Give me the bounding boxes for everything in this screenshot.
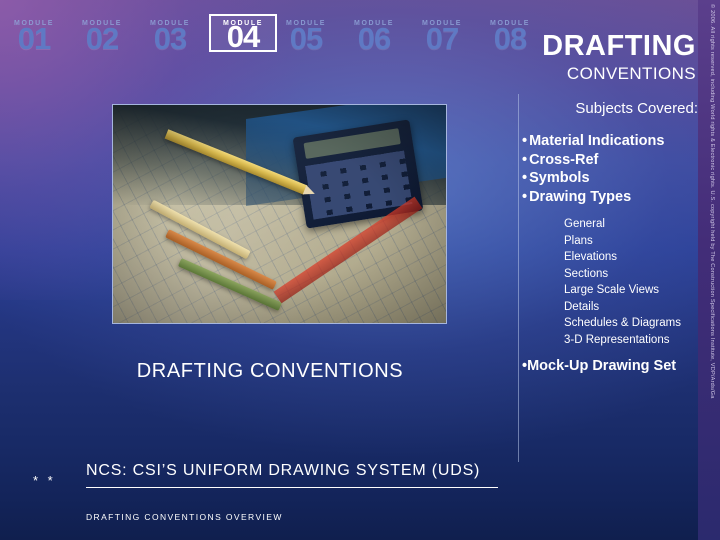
column-divider: [518, 94, 519, 462]
subjects-panel: Subjects Covered: • Material Indications …: [522, 100, 698, 375]
left-caption: DRAFTING CONVENTIONS: [136, 360, 404, 382]
module-number-2[interactable]: 02: [68, 23, 136, 52]
drawing-types-sublist: General Plans Elevations Sections Large …: [564, 216, 698, 348]
subject-bullet-label-1: Material Indications: [529, 133, 665, 149]
sublist-item-4: Sections: [564, 267, 609, 280]
subject-bullet-label-5: Mock-Up Drawing Set: [527, 358, 677, 374]
photo-vignette: [113, 105, 446, 323]
footer-divider: [86, 487, 498, 488]
module-active-highlight[interactable]: MODULE 04: [209, 14, 277, 52]
sublist-item-3: Elevations: [564, 251, 618, 263]
module-number-1[interactable]: 01: [0, 23, 68, 52]
bullet-marker-icon-4: •: [522, 188, 528, 205]
subject-bullet-label-2: Cross-Ref: [529, 151, 599, 168]
copyright-strip: © 2006. All rights reserved, including W…: [698, 0, 720, 540]
page-subtitle: CONVENTIONS: [566, 64, 696, 83]
sublist-item-5: Large Scale Views: [564, 284, 660, 296]
sublist-item-7: Schedules & Diagrams: [564, 317, 681, 329]
slide-root: MODULE MODULE MODULE MODULE MODULE MODUL…: [0, 0, 720, 540]
sublist-item-2: Plans: [564, 234, 593, 247]
module-active-number: 04: [226, 19, 260, 52]
subject-bullet-4: • Drawing Types: [522, 189, 698, 206]
subject-bullet-5: •Mock-Up Drawing Set: [522, 358, 698, 375]
drafting-tools-photo: [112, 104, 447, 324]
subject-bullet-2: • Cross-Ref: [522, 152, 698, 169]
subject-bullet-3: • Symbols: [522, 170, 698, 187]
copyright-text: © 2006. All rights reserved, including W…: [709, 4, 715, 399]
footer-subtitle: DRAFTING CONVENTIONS OVERVIEW: [86, 512, 283, 522]
sublist-item-8: 3-D Representations: [564, 333, 670, 346]
subject-bullet-1: • Material Indications: [522, 133, 698, 150]
subjects-heading: Subjects Covered:: [575, 100, 698, 117]
footer-asterisks: * *: [33, 473, 56, 488]
subject-bullet-label-4: Drawing Types: [529, 188, 632, 205]
subject-bullet-label-3: Symbols: [529, 170, 590, 186]
bullet-marker-icon-1: •: [522, 133, 528, 149]
bullet-marker-icon-3: •: [522, 170, 528, 186]
sublist-item-1: General: [564, 218, 605, 230]
bullet-marker-icon-2: •: [522, 151, 528, 168]
footer-title: NCS: CSI’S UNIFORM DRAWING SYSTEM (UDS): [86, 462, 481, 479]
sublist-item-6: Details: [564, 300, 600, 313]
page-title: DRAFTING: [542, 30, 696, 62]
module-number-3[interactable]: 03: [136, 23, 204, 52]
